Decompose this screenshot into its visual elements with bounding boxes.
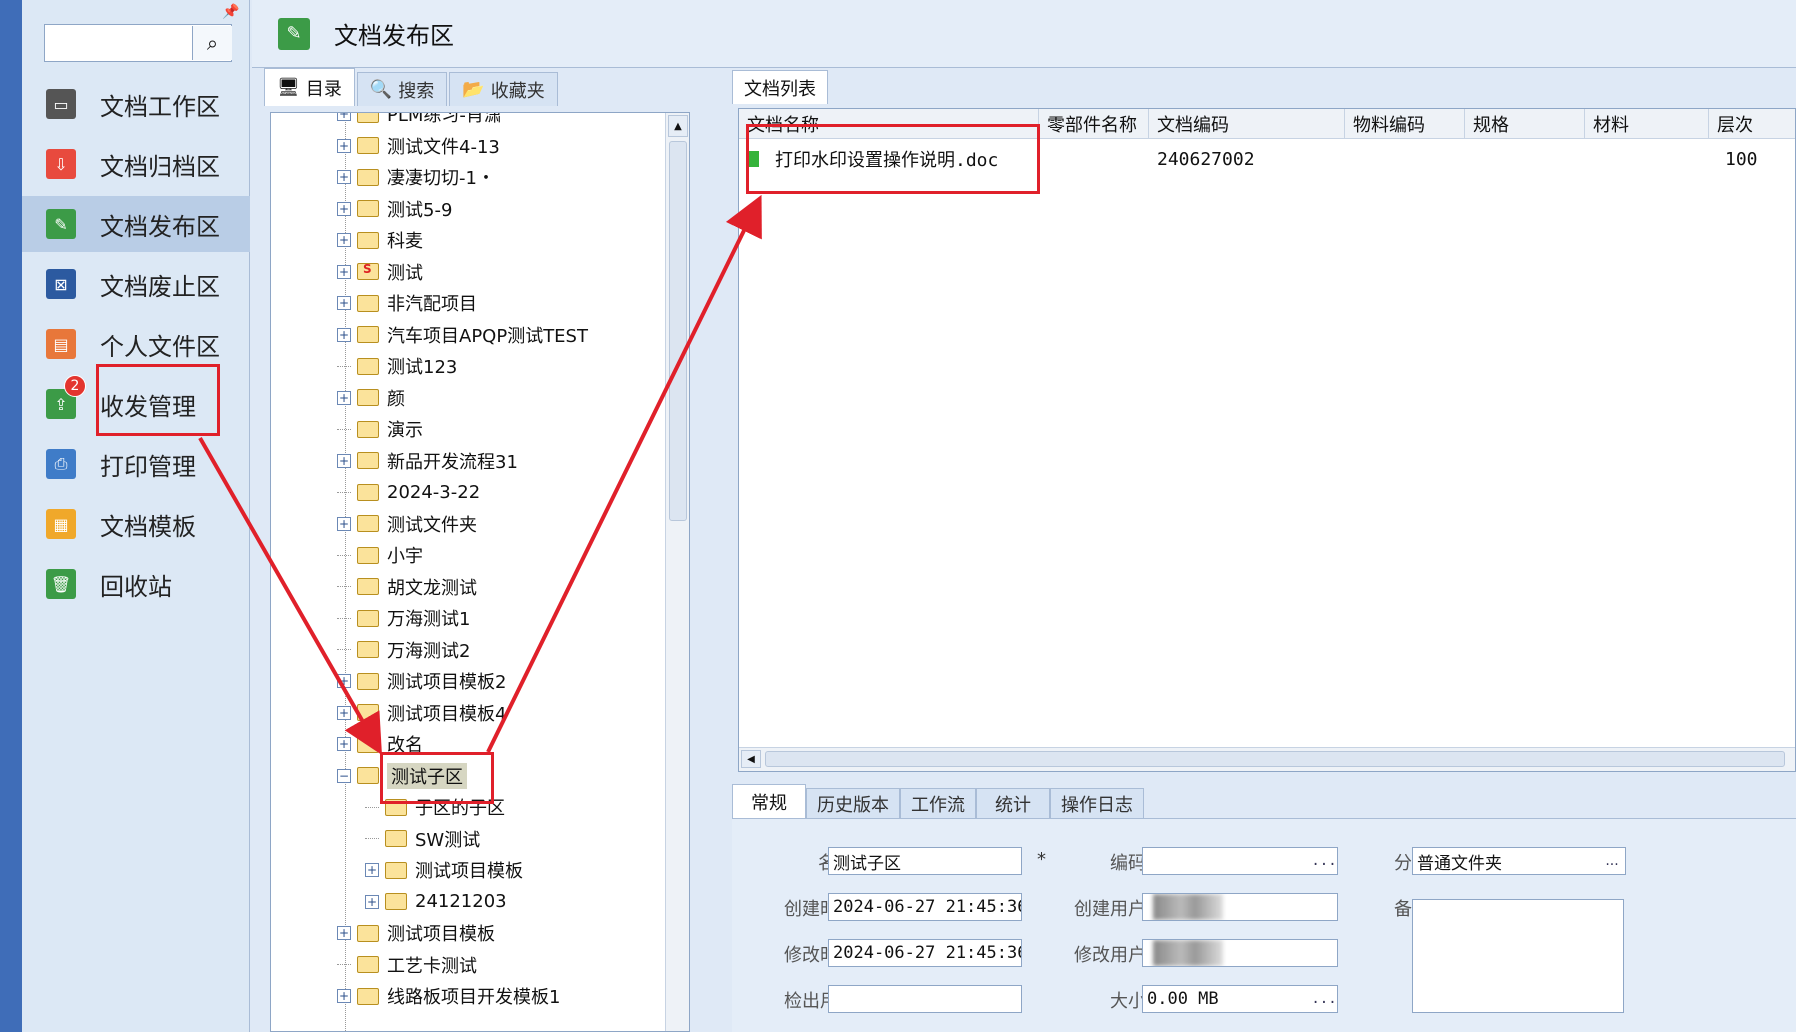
arrow-to-document <box>486 194 762 753</box>
annotation-arrows <box>198 194 762 755</box>
arrow-to-subfolder <box>198 437 382 755</box>
